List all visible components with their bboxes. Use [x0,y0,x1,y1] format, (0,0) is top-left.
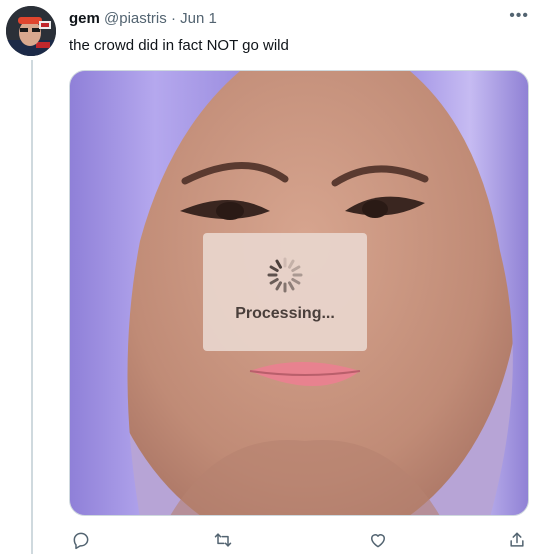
retweet-icon [214,533,232,547]
reply-icon [73,532,89,550]
reply-button[interactable] [69,528,93,552]
like-button[interactable] [366,528,390,552]
tweet-header: gem @piastris · Jun 1 ••• [69,6,529,29]
processing-label: Processing... [235,305,335,322]
thread-line [31,60,33,554]
tweet-media[interactable]: Processing... [69,70,529,516]
author-name[interactable]: gem [69,10,100,27]
avatar-image [6,6,56,56]
share-button[interactable] [505,528,529,552]
author-handle[interactable]: @piastris [104,10,167,27]
tweet-actions [69,528,529,552]
more-options-icon[interactable]: ••• [509,6,529,26]
processing-overlay: Processing... [203,233,367,351]
spinner-icon [267,257,303,293]
retweet-button[interactable] [211,528,235,552]
tweet-date[interactable]: Jun 1 [180,10,217,27]
heart-icon [371,534,385,548]
avatar[interactable] [6,6,56,56]
share-icon [510,532,524,547]
separator-dot: · [170,10,176,27]
tweet-text: the crowd did in fact NOT go wild [69,37,289,54]
